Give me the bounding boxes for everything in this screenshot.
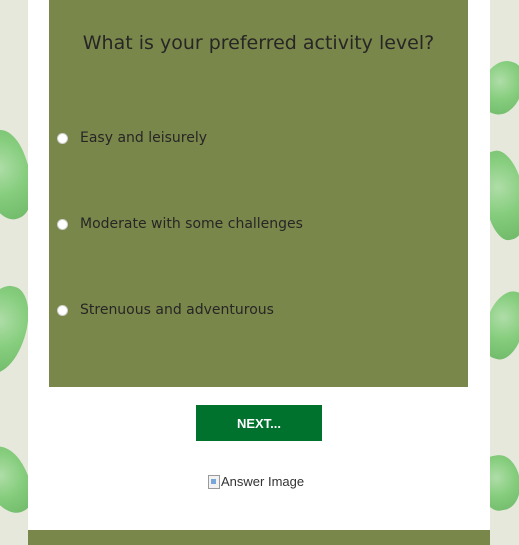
option-label: Easy and leisurely <box>80 130 208 146</box>
radio-unchecked-icon[interactable] <box>57 218 68 230</box>
next-button[interactable]: NEXT... <box>196 405 322 441</box>
question-title: What is your preferred activity level? <box>82 32 435 54</box>
broken-image-icon <box>208 474 220 489</box>
option-easy[interactable]: Easy and leisurely <box>57 130 207 146</box>
option-label: Strenuous and adventurous <box>80 302 274 318</box>
question-box: What is your preferred activity level? E… <box>49 0 468 387</box>
option-strenuous[interactable]: Strenuous and adventurous <box>57 302 274 318</box>
quiz-panel: What is your preferred activity level? E… <box>28 0 490 530</box>
option-moderate[interactable]: Moderate with some challenges <box>57 216 303 232</box>
answer-image: Answer Image <box>208 474 304 489</box>
radio-unchecked-icon[interactable] <box>57 132 68 144</box>
option-label: Moderate with some challenges <box>80 216 303 232</box>
answer-image-alt: Answer Image <box>221 474 305 489</box>
footer-bar <box>28 530 490 545</box>
radio-unchecked-icon[interactable] <box>57 304 68 316</box>
